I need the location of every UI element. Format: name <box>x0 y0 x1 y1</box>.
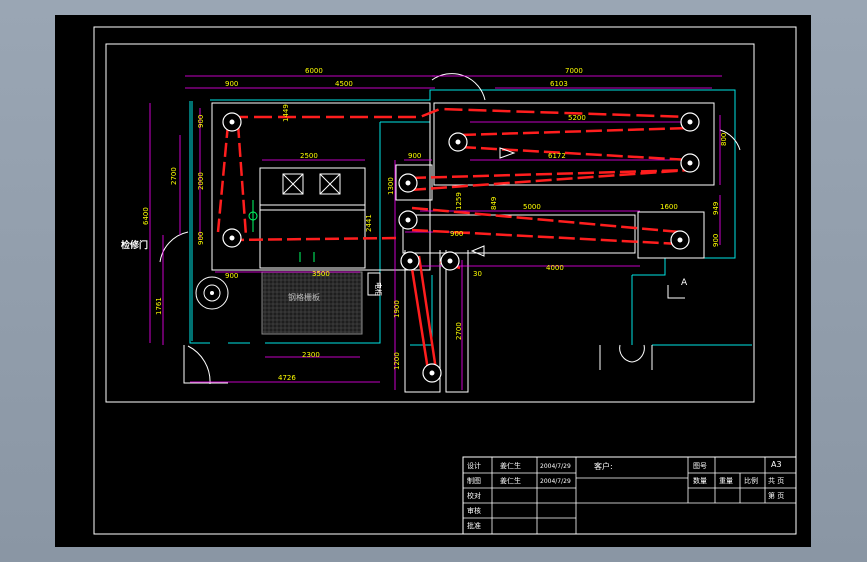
platform-label: 钢格栅板 <box>288 292 320 302</box>
dim-3500: 3500 <box>312 270 330 278</box>
dim-6172: 6172 <box>548 152 566 160</box>
dim-2000: 2000 <box>197 172 205 190</box>
tb-qty: 数量 <box>693 476 707 485</box>
tb-check: 校对 <box>467 491 481 500</box>
tb-design-name: 姜仁生 <box>500 461 521 470</box>
dim-1449: 1449 <box>282 104 290 122</box>
grating-platform <box>261 271 363 335</box>
dim-900-e: 900 <box>408 152 421 160</box>
dim-949: 949 <box>712 202 720 215</box>
dim-30: 30 <box>473 270 482 278</box>
dim-2500: 2500 <box>300 152 318 160</box>
title-block: 设计 姜仁生 2004/7/29 制图 姜仁生 2004/7/29 校对 审核 … <box>462 456 797 535</box>
tb-design: 设计 <box>467 461 481 470</box>
dim-4000: 4000 <box>546 264 564 272</box>
dim-2300: 2300 <box>302 351 320 359</box>
cad-viewport[interactable]: 6000 900 4500 7000 6103 5200 6172 1449 2… <box>0 0 867 562</box>
dim-900-c: 900 <box>197 232 205 245</box>
dim-4500: 4500 <box>335 80 353 88</box>
tb-draw: 制图 <box>467 476 481 485</box>
drawing-sheet: 6000 900 4500 7000 6103 5200 6172 1449 2… <box>55 15 811 547</box>
dim-2441: 2441 <box>365 214 373 232</box>
tb-draw-name: 姜仁生 <box>500 476 521 485</box>
tb-review: 审核 <box>467 506 481 515</box>
cabinet-label: 电柜 <box>374 282 383 296</box>
dim-6103: 6103 <box>550 80 568 88</box>
dim-900-b: 900 <box>197 115 205 128</box>
view-a-label: A <box>681 278 688 288</box>
tb-drawing-no: 图号 <box>693 462 707 470</box>
dim-5200: 5200 <box>568 114 586 122</box>
dim-1761: 1761 <box>155 297 163 315</box>
dim-800: 800 <box>720 133 728 146</box>
dim-1200: 1200 <box>393 352 401 370</box>
dim-1900: 1900 <box>393 300 401 318</box>
dim-6400: 6400 <box>142 207 150 225</box>
tb-total: 共 页 <box>768 476 784 485</box>
dim-1300: 1300 <box>387 177 395 195</box>
tb-client: 客户: <box>594 461 613 471</box>
dim-1259: 1259 <box>455 192 463 210</box>
dim-2700: 2700 <box>170 167 178 185</box>
tb-scale: 比例 <box>744 476 758 485</box>
tb-approve: 批准 <box>467 521 481 530</box>
dim-900: 900 <box>225 80 238 88</box>
dim-2700-b: 2700 <box>455 322 463 340</box>
dim-900-f: 900 <box>712 234 720 247</box>
dim-900-d: 900 <box>225 272 238 280</box>
tb-page: 第 页 <box>768 491 784 500</box>
tb-draw-date: 2004/7/29 <box>540 478 571 485</box>
dim-900-g: 900 <box>450 230 463 238</box>
dim-1600: 1600 <box>660 203 678 211</box>
dim-5000: 5000 <box>523 203 541 211</box>
dim-7000: 7000 <box>565 67 583 75</box>
tb-size: A3 <box>771 460 782 469</box>
dim-849: 849 <box>490 197 498 210</box>
repair-door-label: 检修门 <box>121 239 148 251</box>
dim-6000: 6000 <box>305 67 323 75</box>
dim-4726: 4726 <box>278 374 296 382</box>
tb-weight: 重量 <box>719 477 733 485</box>
tb-design-date: 2004/7/29 <box>540 463 571 470</box>
